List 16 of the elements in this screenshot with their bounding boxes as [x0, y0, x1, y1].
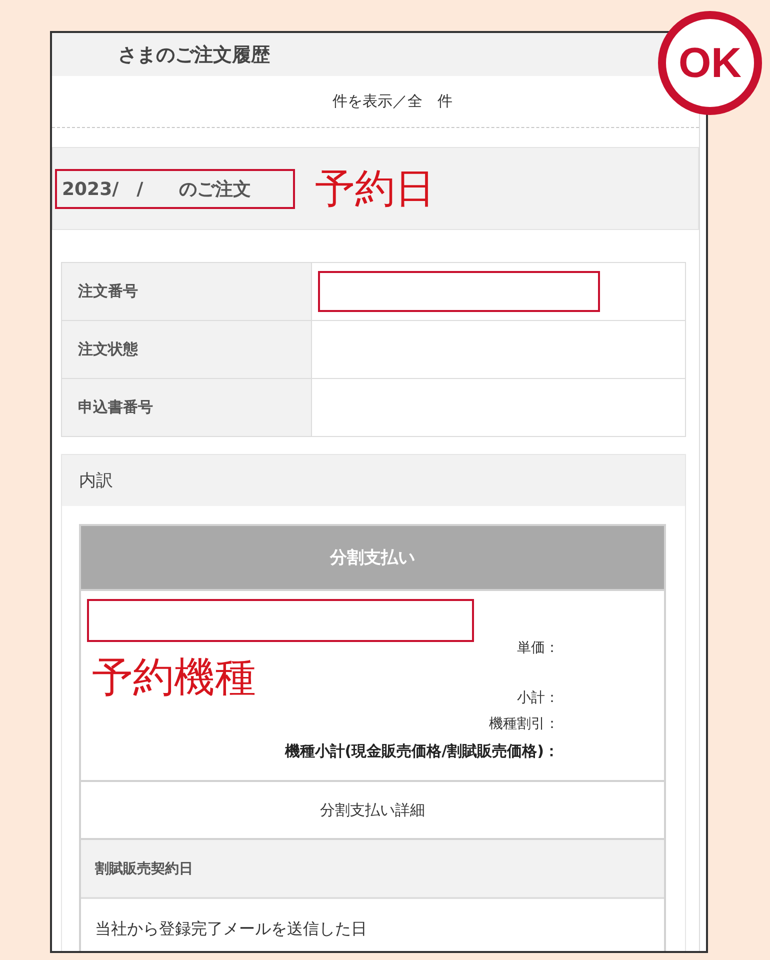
table-header-cell: 申込書番号 — [62, 379, 312, 437]
order-date-heading: 2023/ / のご注文 — [62, 178, 252, 200]
price-label: 小計： — [517, 689, 559, 708]
table-header-cell: 注文番号 — [62, 263, 312, 321]
section-heading: 内訳 — [79, 470, 113, 492]
subtotal-label: 機種小計(現金販売価格/割賦販売価格)： — [284, 741, 559, 762]
annotation-label: 予約日 — [315, 166, 435, 210]
price-label: 機種割引： — [489, 715, 559, 734]
card-title: 分割支払い — [330, 547, 415, 569]
table-header-cell: 注文状態 — [62, 321, 312, 379]
ok-stamp: OK — [658, 11, 762, 115]
annotation-label: 予約機種 — [92, 655, 256, 700]
page-title: さまのご注文履歴 — [118, 42, 270, 68]
price-label: 単価： — [517, 639, 559, 658]
table-header-cell: 割賦販売契約日 — [81, 840, 664, 899]
result-count-text: 件を表示／全 件 — [332, 92, 452, 111]
